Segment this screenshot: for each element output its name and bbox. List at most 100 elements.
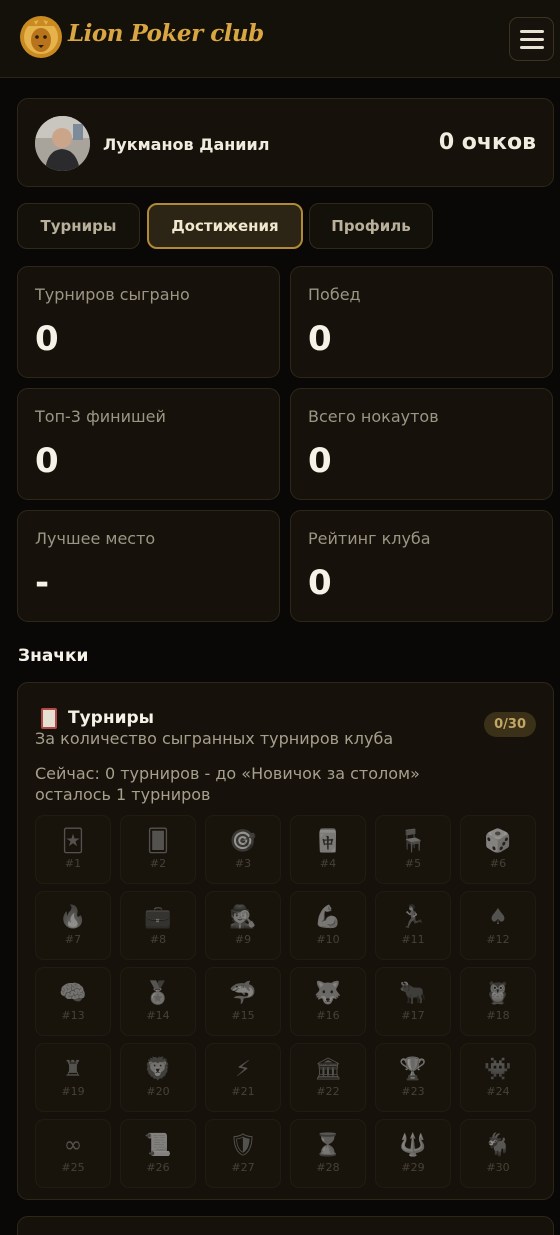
hamburger-menu-icon-bar bbox=[520, 38, 544, 41]
badge-tile[interactable]: ♜ #19 bbox=[35, 1043, 111, 1112]
stat-value: 0 bbox=[308, 319, 332, 359]
runner-icon: 🏃 bbox=[399, 905, 427, 930]
stat-value: 0 bbox=[308, 441, 332, 481]
briefcase-icon: 💼 bbox=[144, 905, 172, 930]
next-badges-card bbox=[17, 1216, 554, 1235]
stat-card-club-rating: Рейтинг клуба 0 bbox=[290, 510, 553, 622]
brain-icon: 🧠 bbox=[59, 981, 87, 1006]
stat-value: 0 bbox=[308, 563, 332, 603]
joker-card-icon: 🃏 bbox=[61, 829, 85, 854]
stat-card-best-place: Лучшее место - bbox=[17, 510, 280, 622]
stat-label: Топ-3 финишей bbox=[35, 407, 166, 426]
badge-number: #21 bbox=[231, 1085, 255, 1098]
tab-profile[interactable]: Профиль bbox=[309, 203, 433, 249]
flexed-arm-icon: 💪 bbox=[314, 905, 342, 930]
badge-number: #7 bbox=[64, 933, 82, 946]
trident-icon: 🔱 bbox=[399, 1133, 427, 1158]
monster-icon: 👾 bbox=[484, 1057, 512, 1082]
lion-icon: 🦁 bbox=[144, 1057, 172, 1082]
badge-number: #16 bbox=[316, 1009, 340, 1022]
spade-icon: ♠ bbox=[488, 905, 508, 930]
badge-tile[interactable]: 🪑 #5 bbox=[375, 815, 451, 884]
badge-tile[interactable]: 🎯 #3 bbox=[205, 815, 281, 884]
shark-icon: 🦈 bbox=[229, 981, 257, 1006]
badge-tile[interactable]: 👾 #24 bbox=[460, 1043, 536, 1112]
stat-label: Всего нокаутов bbox=[308, 407, 439, 426]
hamburger-menu-icon-bar bbox=[520, 46, 544, 49]
badge-tile[interactable]: ♠ #12 bbox=[460, 891, 536, 960]
badge-number: #4 bbox=[319, 857, 337, 870]
badge-number: #14 bbox=[146, 1009, 170, 1022]
badge-number: #17 bbox=[401, 1009, 425, 1022]
badge-tile[interactable]: 🛡 #27 bbox=[205, 1119, 281, 1188]
castle-rook-icon: ♜ bbox=[63, 1057, 83, 1082]
badge-number: #27 bbox=[231, 1161, 255, 1174]
badge-number: #30 bbox=[486, 1161, 510, 1174]
trophy-icon: 🏆 bbox=[399, 1057, 427, 1082]
goat-icon: 🐐 bbox=[484, 1133, 512, 1158]
badge-tile[interactable]: 🂠 #2 bbox=[120, 815, 196, 884]
badge-tile[interactable]: 🐺 #16 bbox=[290, 967, 366, 1036]
badge-number: #13 bbox=[61, 1009, 85, 1022]
bull-icon: 🐂 bbox=[399, 981, 427, 1006]
lightning-icon: ⚡ bbox=[235, 1057, 251, 1082]
badge-tile[interactable]: 🦈 #15 bbox=[205, 967, 281, 1036]
badge-tile[interactable]: 🦉 #18 bbox=[460, 967, 536, 1036]
shield-icon: 🛡 bbox=[229, 1133, 257, 1158]
stat-card-tournaments-played: Турниров сыграно 0 bbox=[17, 266, 280, 378]
stat-card-top3: Топ-3 финишей 0 bbox=[17, 388, 280, 500]
badge-tile[interactable]: 🎲 #6 bbox=[460, 815, 536, 884]
fire-icon: 🔥 bbox=[59, 905, 87, 930]
badge-number: #8 bbox=[149, 933, 167, 946]
stat-value: - bbox=[35, 563, 50, 603]
target-icon: 🎯 bbox=[229, 829, 257, 854]
badge-tile[interactable]: 🏅 #14 bbox=[120, 967, 196, 1036]
tab-achievements[interactable]: Достижения bbox=[147, 203, 303, 249]
badges-progress-text: Сейчас: 0 турниров - до «Новичок за стол… bbox=[35, 764, 420, 804]
badge-tile[interactable]: 💼 #8 bbox=[120, 891, 196, 960]
hourglass-icon: ⌛ bbox=[314, 1133, 342, 1158]
badge-tile[interactable]: 🏃 #11 bbox=[375, 891, 451, 960]
badge-number: #9 bbox=[234, 933, 252, 946]
hamburger-menu-button[interactable] bbox=[509, 17, 554, 61]
badge-tile[interactable]: ⌛ #28 bbox=[290, 1119, 366, 1188]
badge-tile[interactable]: 🔱 #29 bbox=[375, 1119, 451, 1188]
badges-card-subtitle: За количество сыгранных турниров клуба bbox=[35, 729, 394, 748]
badge-tile[interactable]: ⚡ #21 bbox=[205, 1043, 281, 1112]
badge-number: #11 bbox=[401, 933, 425, 946]
badge-number: #26 bbox=[146, 1161, 170, 1174]
badge-tile[interactable]: 💪 #10 bbox=[290, 891, 366, 960]
stat-label: Лучшее место bbox=[35, 529, 156, 548]
badge-number: #24 bbox=[486, 1085, 510, 1098]
badge-number: #18 bbox=[486, 1009, 510, 1022]
badge-number: #28 bbox=[316, 1161, 340, 1174]
badge-number: #19 bbox=[61, 1085, 85, 1098]
badge-tile[interactable]: 🀄 #4 bbox=[290, 815, 366, 884]
badge-tile[interactable]: 🔥 #7 bbox=[35, 891, 111, 960]
badge-tile[interactable]: 🏛 #22 bbox=[290, 1043, 366, 1112]
badge-tile[interactable]: 🃏 #1 bbox=[35, 815, 111, 884]
playing-card-icon bbox=[41, 708, 57, 729]
stat-card-wins: Побед 0 bbox=[290, 266, 553, 378]
badge-tile[interactable]: 🕵 #9 bbox=[205, 891, 281, 960]
badge-tile[interactable]: ∞ #25 bbox=[35, 1119, 111, 1188]
badge-number: #15 bbox=[231, 1009, 255, 1022]
badge-number: #22 bbox=[316, 1085, 340, 1098]
classical-building-icon: 🏛 bbox=[314, 1057, 342, 1082]
badge-tile[interactable]: 🐐 #30 bbox=[460, 1119, 536, 1188]
stat-value: 0 bbox=[35, 441, 59, 481]
card-back-icon: 🂠 bbox=[146, 829, 170, 854]
user-avatar bbox=[35, 116, 90, 171]
tab-tournaments[interactable]: Турниры bbox=[17, 203, 140, 249]
badge-tile[interactable]: 🦁 #20 bbox=[120, 1043, 196, 1112]
badge-tile[interactable]: 🐂 #17 bbox=[375, 967, 451, 1036]
badge-tile[interactable]: 🏆 #23 bbox=[375, 1043, 451, 1112]
lion-logo-icon[interactable] bbox=[18, 12, 64, 62]
badge-tile[interactable]: 📜 #26 bbox=[120, 1119, 196, 1188]
detective-icon: 🕵 bbox=[229, 905, 257, 930]
badge-number: #10 bbox=[316, 933, 340, 946]
medal-icon: 🏅 bbox=[144, 981, 172, 1006]
badge-tile[interactable]: 🧠 #13 bbox=[35, 967, 111, 1036]
infinity-icon: ∞ bbox=[63, 1133, 83, 1158]
badge-number: #1 bbox=[64, 857, 82, 870]
